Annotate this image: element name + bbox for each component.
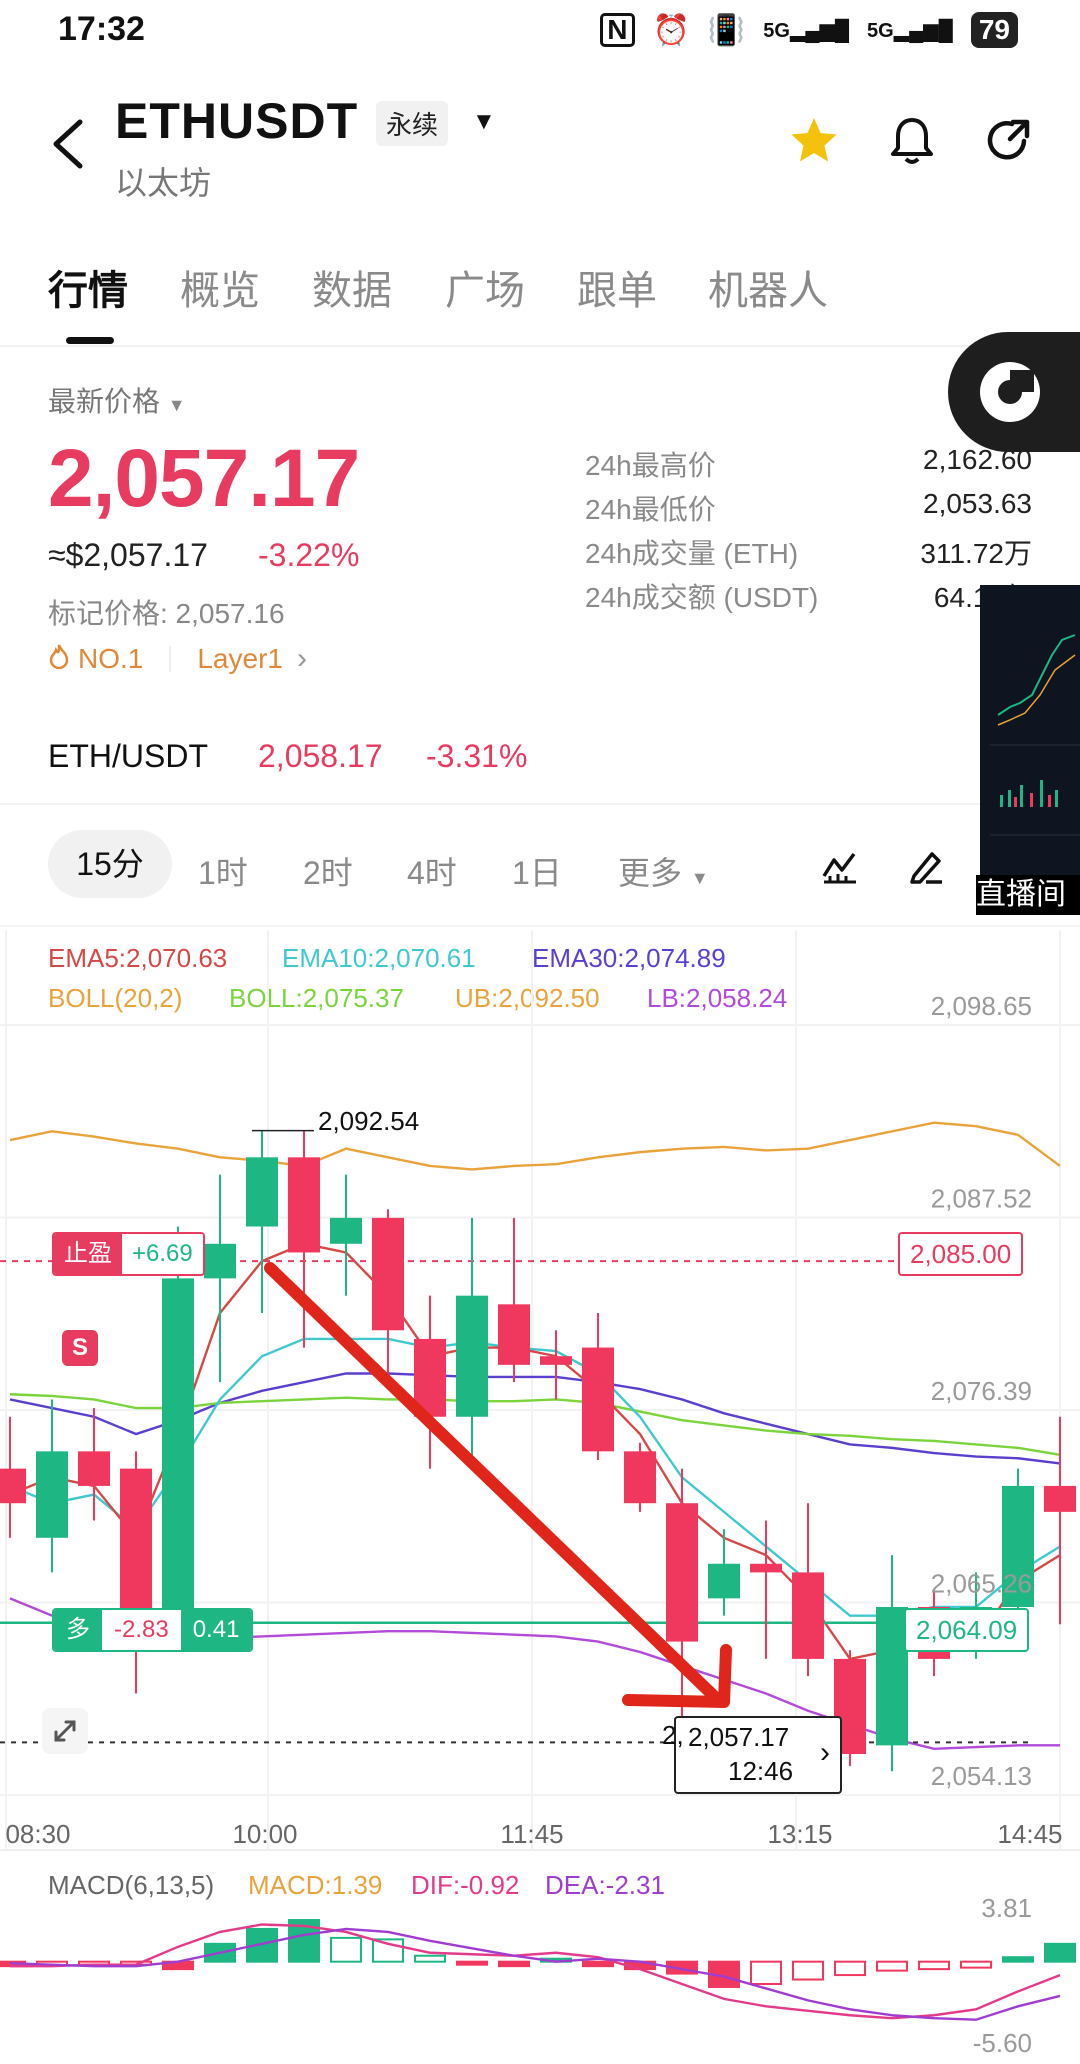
candle-body [162, 1278, 194, 1642]
crosshair-partial-label: 2, [662, 1720, 684, 1750]
macd-histogram-bar [918, 1960, 950, 1971]
sell-marker[interactable]: S [62, 1330, 98, 1366]
y-axis-tick-label: 2,076.39 [931, 1376, 1032, 1406]
candle-body [330, 1217, 362, 1244]
macd-histogram-bar [582, 1960, 614, 1968]
position-price: 2,064.09 [904, 1608, 1030, 1652]
take-profit-price: 2,085.00 [898, 1232, 1024, 1276]
last-price-box-time: 12:46 [728, 1756, 794, 1786]
macd-histogram-bar [456, 1960, 488, 1966]
candle-body [1044, 1485, 1076, 1512]
dif-value: DIF:-0.92 [411, 1870, 520, 1900]
macd-histogram-bar [750, 1960, 782, 1986]
candle-body [792, 1572, 824, 1659]
x-axis-tick-label: 13:15 [767, 1819, 832, 1849]
macd-y-tick-label: -5.60 [973, 2028, 1032, 2058]
macd-histogram-bar [960, 1960, 992, 1969]
dea-value: DEA:-2.31 [545, 1870, 665, 1900]
candle-body [666, 1503, 698, 1642]
candlestick-chart[interactable]: 2,098.65 2,087.52 2,076.39 2,065.26 2,054.13… [0, 0, 1080, 2064]
x-axis-tick-label: 11:45 [500, 1819, 563, 1849]
macd-value: MACD:1.39 [248, 1870, 383, 1900]
take-profit-pnl: +6.69 [122, 1234, 203, 1274]
candle-body [540, 1356, 572, 1365]
candle-body [624, 1451, 656, 1504]
macd-histogram-bar [498, 1960, 530, 1968]
expand-icon [54, 1720, 76, 1742]
position-pnl: -2.83 [102, 1610, 181, 1650]
macd-y-tick-label: 3.81 [981, 1893, 1032, 1923]
line-boll-ub [9, 1121, 1061, 1171]
y-axis-tick-label: 2,054.13 [931, 1761, 1032, 1791]
macd-histogram-bar [414, 1954, 446, 1963]
candle-body [246, 1157, 278, 1227]
x-axis-tick-label: 14:45 [997, 1819, 1062, 1849]
candle-body [0, 1468, 26, 1504]
candle-body [372, 1217, 404, 1331]
macd-histogram-bar [792, 1960, 824, 1981]
candle-body [78, 1451, 110, 1486]
y-axis-tick-label: 2,087.52 [931, 1184, 1032, 1214]
position-tag[interactable]: 多 -2.83 0.41 [52, 1608, 254, 1652]
take-profit-tag[interactable]: 止盈 +6.69 [52, 1232, 205, 1276]
macd-histogram-bar [834, 1960, 866, 1977]
last-price-box-price: 2,057.17 [688, 1722, 790, 1752]
macd-params: MACD(6,13,5) [48, 1870, 215, 1900]
candle-body [456, 1295, 488, 1417]
chevron-right-icon: › [820, 1736, 830, 1769]
candle-body [498, 1304, 530, 1365]
macd-histogram-bar [1002, 1956, 1034, 1963]
candle-body [582, 1347, 614, 1452]
take-profit-label: 止盈 [54, 1234, 122, 1274]
position-side: 多 [54, 1610, 102, 1650]
y-axis-tick-label: 2,098.65 [931, 991, 1032, 1021]
candle-body [36, 1451, 68, 1538]
position-qty: 0.41 [180, 1610, 252, 1650]
x-axis-tick-label: 08:30 [5, 1819, 70, 1849]
macd-histogram-bar [330, 1936, 362, 1963]
candle-body [204, 1243, 236, 1279]
expand-chart-button[interactable] [42, 1708, 88, 1754]
candle-body [288, 1157, 320, 1253]
macd-dea-line [9, 1927, 1061, 2021]
macd-histogram-bar [876, 1960, 908, 1972]
macd-histogram-bar [1044, 1942, 1076, 1963]
high-price-marker: 2,092.54 [318, 1106, 420, 1136]
candle-body [750, 1563, 782, 1573]
x-axis-tick-label: 10:00 [232, 1819, 297, 1849]
y-axis-tick-label: 2,065.26 [931, 1569, 1032, 1599]
last-price-box[interactable]: 2,057.17 12:46 › [674, 1716, 842, 1794]
candle-body [708, 1563, 740, 1599]
